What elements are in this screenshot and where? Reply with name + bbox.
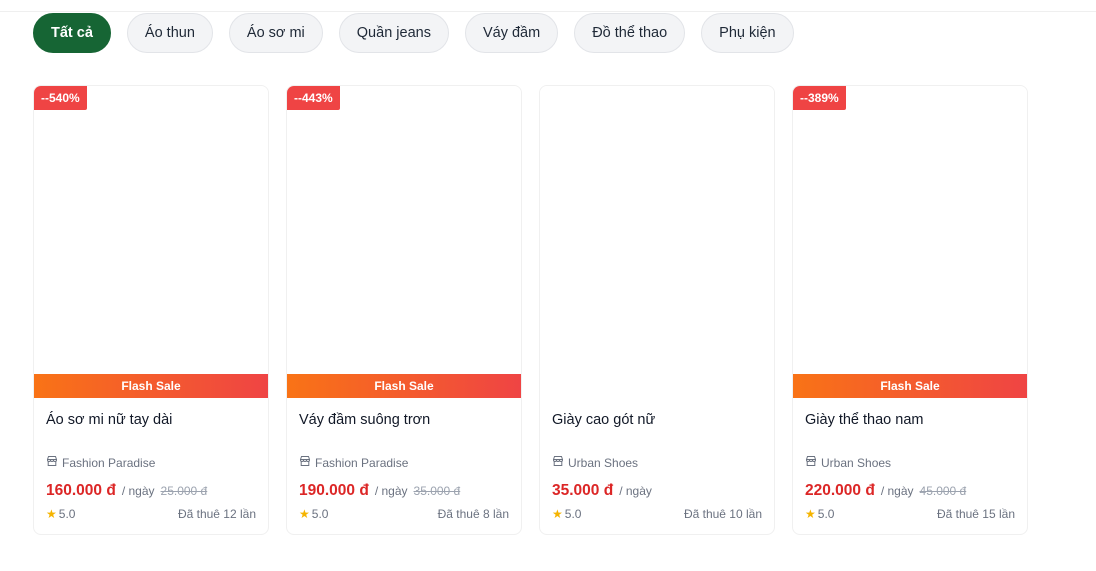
- discount-badge: --540%: [34, 86, 87, 110]
- filter-chip-dresses[interactable]: Váy đầm: [464, 13, 559, 53]
- store-icon: [805, 455, 817, 470]
- rating-value: 5.0: [311, 507, 329, 521]
- rental-price: 35.000 đ: [552, 482, 614, 499]
- filter-chip-jeans[interactable]: Quần jeans: [338, 13, 449, 53]
- product-card[interactable]: --540% Flash Sale Áo sơ mi nữ tay dài Fa…: [33, 85, 269, 535]
- shop-name: Urban Shoes: [821, 455, 892, 470]
- product-title[interactable]: Áo sơ mi nữ tay dài: [46, 412, 172, 428]
- product-title[interactable]: Giày cao gót nữ: [552, 412, 655, 428]
- shop-name: Fashion Paradise: [62, 455, 156, 470]
- rating-value: 5.0: [817, 507, 835, 521]
- price-unit: / ngày: [121, 484, 155, 498]
- price-unit: / ngày: [880, 484, 914, 498]
- product-meta: ★ 5.0 Đã thuê 12 lần: [46, 507, 256, 521]
- product-image[interactable]: [287, 86, 521, 398]
- price-row: 220.000 đ / ngày 45.000 đ: [805, 482, 966, 500]
- shop-info[interactable]: Fashion Paradise: [46, 455, 155, 470]
- filter-chip-accessories[interactable]: Phụ kiện: [701, 13, 794, 53]
- shop-info[interactable]: Urban Shoes: [805, 455, 891, 470]
- price-unit: / ngày: [619, 484, 652, 498]
- product-meta: ★ 5.0 Đã thuê 15 lần: [805, 507, 1015, 521]
- rating-value: 5.0: [564, 507, 582, 521]
- flash-sale-banner: Flash Sale: [34, 374, 268, 398]
- store-icon: [552, 455, 564, 470]
- filter-chip-all[interactable]: Tất cả: [33, 13, 111, 53]
- product-meta: ★ 5.0 Đã thuê 8 lần: [299, 507, 509, 521]
- rental-price: 220.000 đ: [805, 482, 875, 499]
- store-icon: [46, 455, 58, 470]
- rental-price: 160.000 đ: [46, 482, 116, 499]
- shop-name: Urban Shoes: [568, 455, 639, 470]
- rating: ★ 5.0: [46, 507, 75, 521]
- rental-count: Đã thuê 8 lần: [437, 507, 509, 521]
- original-price: 45.000 đ: [919, 484, 967, 498]
- product-title[interactable]: Váy đầm suông trơn: [299, 412, 430, 428]
- shop-info[interactable]: Urban Shoes: [552, 455, 638, 470]
- filter-chip-shirts[interactable]: Áo sơ mi: [228, 13, 323, 53]
- price-unit: / ngày: [374, 484, 408, 498]
- top-divider: [0, 11, 1096, 12]
- rental-price: 190.000 đ: [299, 482, 369, 499]
- product-title[interactable]: Giày thể thao nam: [805, 412, 924, 428]
- product-grid: --540% Flash Sale Áo sơ mi nữ tay dài Fa…: [33, 85, 1028, 535]
- price-row: 190.000 đ / ngày 35.000 đ: [299, 482, 460, 500]
- product-card[interactable]: --443% Flash Sale Váy đầm suông trơn Fas…: [286, 85, 522, 535]
- product-card[interactable]: Giày cao gót nữ Urban Shoes 35.000 đ / n…: [539, 85, 775, 535]
- shop-info[interactable]: Fashion Paradise: [299, 455, 408, 470]
- product-meta: ★ 5.0 Đã thuê 10 lần: [552, 507, 762, 521]
- product-image[interactable]: [540, 86, 774, 398]
- flash-sale-banner: Flash Sale: [793, 374, 1027, 398]
- discount-badge: --443%: [287, 86, 340, 110]
- rating-value: 5.0: [58, 507, 76, 521]
- rating: ★ 5.0: [299, 507, 328, 521]
- rating: ★ 5.0: [552, 507, 581, 521]
- filter-chip-sportswear[interactable]: Đồ thể thao: [574, 13, 686, 53]
- rental-count: Đã thuê 12 lần: [177, 507, 256, 521]
- rating: ★ 5.0: [805, 507, 834, 521]
- price-row: 160.000 đ / ngày 25.000 đ: [46, 482, 207, 500]
- original-price: 25.000 đ: [160, 484, 208, 498]
- category-filter-bar: Tất cả Áo thun Áo sơ mi Quần jeans Váy đ…: [33, 13, 794, 53]
- rental-count: Đã thuê 15 lần: [936, 507, 1015, 521]
- discount-badge: --389%: [793, 86, 846, 110]
- product-image[interactable]: [34, 86, 268, 398]
- star-icon: ★: [805, 507, 816, 521]
- star-icon: ★: [552, 507, 563, 521]
- price-row: 35.000 đ / ngày: [552, 482, 652, 500]
- store-icon: [299, 455, 311, 470]
- product-card[interactable]: --389% Flash Sale Giày thể thao nam Urba…: [792, 85, 1028, 535]
- shop-name: Fashion Paradise: [315, 455, 409, 470]
- filter-chip-t-shirts[interactable]: Áo thun: [126, 13, 213, 53]
- flash-sale-banner: Flash Sale: [287, 374, 521, 398]
- rental-count: Đã thuê 10 lần: [683, 507, 762, 521]
- original-price: 35.000 đ: [413, 484, 461, 498]
- product-image[interactable]: [793, 86, 1027, 398]
- star-icon: ★: [299, 507, 310, 521]
- star-icon: ★: [46, 507, 57, 521]
